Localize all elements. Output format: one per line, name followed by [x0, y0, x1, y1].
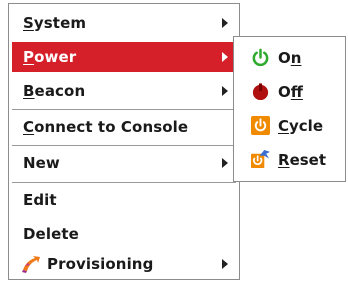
menu-item-edit[interactable]: Edit	[12, 185, 236, 215]
menu-item-power-label: ower	[34, 48, 77, 66]
menu-item-system-label: ystem	[33, 14, 87, 32]
menu-item-beacon[interactable]: Beacon	[12, 76, 236, 106]
menu-item-system[interactable]: System	[12, 8, 236, 38]
power-off-icon	[251, 82, 270, 101]
reset-post: eset	[289, 150, 327, 169]
power-cycle-item[interactable]: Cycle	[234, 109, 345, 142]
menu-item-edit-label: Edit	[23, 191, 57, 209]
menu-item-new[interactable]: New	[12, 148, 236, 178]
power-off-item[interactable]: Off	[234, 75, 345, 108]
menu-item-connect-label: onnect to Console	[34, 118, 189, 136]
power-submenu: On Off Cycle R	[233, 36, 346, 182]
context-menu: System Power Beacon Connect to Console N…	[8, 3, 240, 280]
menu-item-system-mnemonic: S	[23, 14, 34, 32]
reset-item[interactable]: Reset	[234, 143, 345, 176]
reset-mnemonic: R	[278, 150, 290, 169]
menu-item-connect-mnemonic: C	[23, 118, 35, 136]
menu-item-power-mnemonic: P	[23, 48, 35, 66]
menu-item-delete-label: Delete	[23, 225, 79, 243]
power-on-pre: O	[278, 48, 291, 67]
reset-icon	[251, 150, 270, 169]
submenu-arrow-icon	[222, 259, 228, 269]
menu-item-new-label: New	[23, 154, 60, 172]
power-on-icon	[251, 48, 270, 67]
menu-item-provisioning-label: Provisioning	[47, 255, 154, 273]
menu-item-beacon-label: eacon	[34, 82, 86, 100]
menu-separator	[12, 145, 236, 146]
power-off-mnemonic: f	[290, 82, 303, 101]
menu-item-connect-to-console[interactable]: Connect to Console	[12, 112, 236, 142]
provisioning-icon	[21, 254, 41, 274]
power-on-mnemonic: n	[290, 48, 302, 67]
menu-item-delete[interactable]: Delete	[12, 219, 236, 249]
menu-separator	[12, 182, 236, 183]
power-cycle-post: ycle	[289, 116, 323, 135]
menu-item-power[interactable]: Power	[12, 42, 236, 72]
power-off-pre: O	[278, 82, 291, 101]
menu-item-provisioning[interactable]: Provisioning	[12, 249, 236, 279]
power-on-item[interactable]: On	[234, 41, 345, 74]
menu-item-beacon-mnemonic: B	[23, 82, 35, 100]
submenu-arrow-icon	[222, 52, 228, 62]
power-cycle-icon	[251, 116, 270, 135]
menu-separator	[12, 109, 236, 110]
submenu-arrow-icon	[222, 18, 228, 28]
submenu-arrow-icon	[222, 86, 228, 96]
power-cycle-mnemonic: C	[278, 116, 290, 135]
submenu-arrow-icon	[222, 158, 228, 168]
